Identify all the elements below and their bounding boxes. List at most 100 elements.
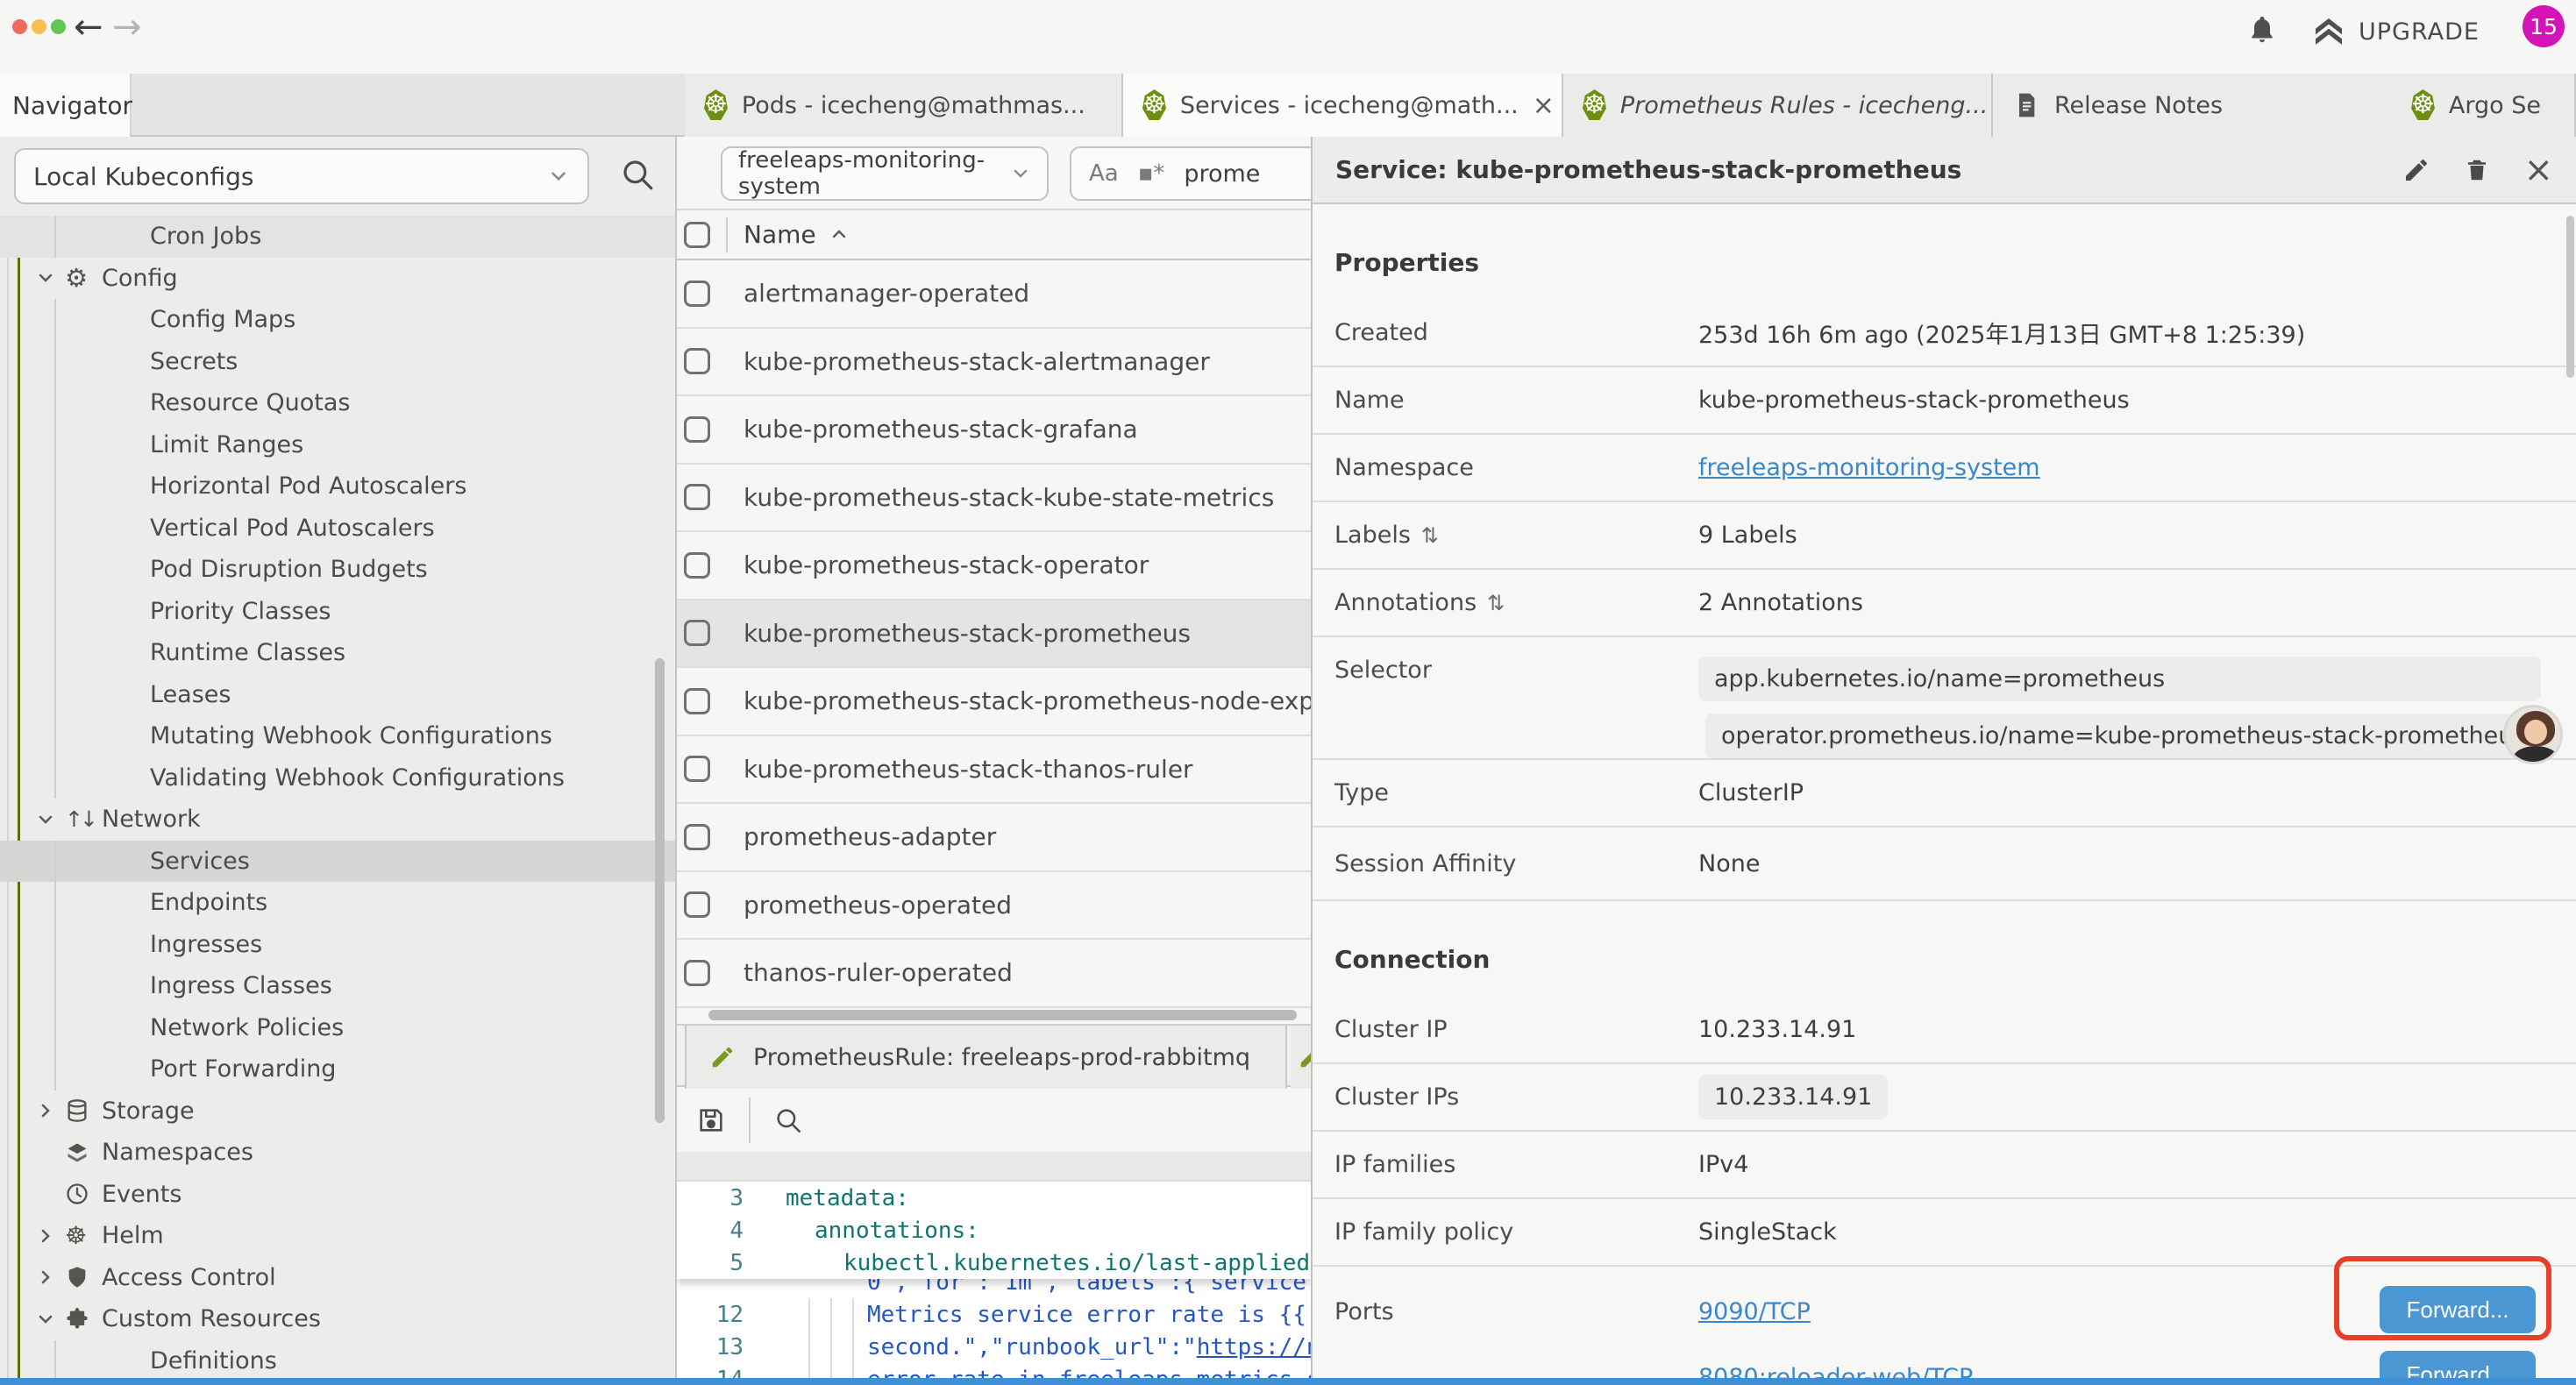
- sidebar-item[interactable]: Storage: [0, 1090, 675, 1133]
- search-icon[interactable]: [619, 156, 656, 193]
- sidebar-item[interactable]: Config Maps: [0, 299, 675, 341]
- sidebar-item[interactable]: ↑↓ Network: [0, 799, 675, 841]
- close-window-button[interactable]: [12, 19, 27, 34]
- sidebar-item[interactable]: Port Forwarding: [0, 1048, 675, 1090]
- trash-icon[interactable]: [2464, 155, 2490, 185]
- kubeconfig-select[interactable]: Local Kubeconfigs: [14, 148, 589, 204]
- forward-arrow-icon[interactable]: →: [112, 7, 142, 47]
- table-row[interactable]: kube-prometheus-stack-alertmanager: [677, 329, 1311, 397]
- notification-count-badge[interactable]: 15: [2523, 5, 2565, 47]
- row-checkbox[interactable]: [684, 416, 710, 443]
- document-tab[interactable]: Release Notes: [1993, 74, 2392, 137]
- editor-line[interactable]: 12 Metrics service error rate is {{ $va: [677, 1298, 1311, 1331]
- sidebar-item[interactable]: ☸ Helm: [0, 1215, 675, 1257]
- match-case-toggle[interactable]: Aa: [1089, 160, 1119, 187]
- row-checkbox[interactable]: [684, 552, 710, 579]
- row-checkbox[interactable]: [684, 348, 710, 374]
- editor-tab-partial[interactable]: [1291, 1026, 1311, 1089]
- sidebar-item[interactable]: Ingress Classes: [0, 965, 675, 1007]
- bell-icon[interactable]: [2246, 12, 2278, 47]
- editor-line[interactable]: 5 kubectl.kubernetes.io/last-applied-con: [677, 1246, 1311, 1279]
- sidebar-item[interactable]: Cron Jobs: [0, 216, 675, 258]
- chevron-right-icon[interactable]: [35, 1225, 65, 1246]
- sidebar-item[interactable]: ⚙ Config: [0, 258, 675, 300]
- editor-line[interactable]: 4 annotations:: [677, 1214, 1311, 1246]
- row-checkbox[interactable]: [684, 620, 710, 646]
- sidebar-item[interactable]: Definitions: [0, 1340, 675, 1379]
- port-link-8080[interactable]: 8080:reloader-web/TCP: [1698, 1364, 1973, 1378]
- sidebar-item[interactable]: Priority Classes: [0, 591, 675, 633]
- detail-scrollbar[interactable]: [2566, 216, 2574, 378]
- namespace-link[interactable]: freeleaps-monitoring-system: [1698, 454, 2040, 481]
- name-column-header[interactable]: Name: [744, 220, 816, 249]
- sidebar-item[interactable]: Namespaces: [0, 1132, 675, 1174]
- horizontal-scrollbar[interactable]: [708, 1010, 1297, 1020]
- port-link-9090[interactable]: 9090/TCP: [1698, 1298, 1973, 1325]
- table-row[interactable]: kube-prometheus-stack-prometheus: [677, 600, 1311, 669]
- table-row[interactable]: alertmanager-operated: [677, 260, 1311, 329]
- row-checkbox[interactable]: [684, 891, 710, 918]
- document-tab[interactable]: ☸ Pods - icecheng@mathmas...: [685, 74, 1123, 137]
- sidebar-item[interactable]: Endpoints: [0, 882, 675, 924]
- table-row[interactable]: kube-prometheus-stack-kube-state-metrics: [677, 465, 1311, 533]
- sidebar-item[interactable]: Events: [0, 1174, 675, 1216]
- edit-pencil-icon[interactable]: [2402, 156, 2430, 184]
- back-arrow-icon[interactable]: ←: [74, 7, 103, 47]
- search-icon[interactable]: [773, 1105, 803, 1135]
- editor-line[interactable]: 13 second.","runbook_url":"https://net: [677, 1331, 1311, 1363]
- sidebar-item[interactable]: Services: [0, 841, 675, 883]
- sidebar-item[interactable]: Pod Disruption Budgets: [0, 549, 675, 591]
- upgrade-button[interactable]: UPGRADE: [2311, 14, 2480, 49]
- sidebar-scrollbar[interactable]: [655, 658, 665, 1123]
- table-row[interactable]: prometheus-adapter: [677, 804, 1311, 872]
- zoom-window-button[interactable]: [51, 19, 66, 34]
- row-checkbox[interactable]: [684, 824, 710, 850]
- chevron-down-icon[interactable]: [35, 809, 65, 830]
- sidebar-item[interactable]: Mutating Webhook Configurations: [0, 715, 675, 757]
- table-row[interactable]: kube-prometheus-stack-operator: [677, 532, 1311, 600]
- chevron-down-icon[interactable]: [35, 267, 65, 288]
- sort-ascending-icon[interactable]: [829, 224, 850, 245]
- row-checkbox[interactable]: [684, 281, 710, 307]
- sidebar-item[interactable]: Validating Webhook Configurations: [0, 757, 675, 799]
- sidebar-item[interactable]: Access Control: [0, 1257, 675, 1299]
- select-all-checkbox[interactable]: [684, 222, 710, 248]
- sidebar-item[interactable]: Resource Quotas: [0, 382, 675, 424]
- sidebar-item[interactable]: Secrets: [0, 341, 675, 383]
- cluster-ip-chip[interactable]: 10.233.14.91: [1698, 1075, 1888, 1119]
- row-checkbox[interactable]: [684, 960, 710, 986]
- minimize-window-button[interactable]: [32, 19, 46, 34]
- navigator-tab[interactable]: Navigator: [0, 74, 132, 137]
- row-checkbox[interactable]: [684, 756, 710, 782]
- chevron-right-icon[interactable]: [35, 1267, 65, 1288]
- sidebar-item[interactable]: Limit Ranges: [0, 424, 675, 466]
- tab-close-icon[interactable]: ×: [1533, 90, 1555, 121]
- sidebar-item[interactable]: Vertical Pod Autoscalers: [0, 508, 675, 550]
- chevron-down-icon[interactable]: [35, 1309, 65, 1330]
- filter-search-input[interactable]: Aa ▪* prome: [1070, 146, 1311, 201]
- editor-line[interactable]: 3 metadata:: [677, 1182, 1311, 1214]
- table-row[interactable]: kube-prometheus-stack-grafana: [677, 396, 1311, 465]
- save-icon[interactable]: [696, 1105, 726, 1135]
- document-tab[interactable]: ☸ Argo Se: [2392, 74, 2576, 137]
- close-icon[interactable]: ×: [2523, 150, 2553, 190]
- forward-port-button[interactable]: Forward...: [2380, 1286, 2536, 1333]
- sidebar-item[interactable]: Custom Resources: [0, 1298, 675, 1340]
- expand-toggle-icon[interactable]: ⇅: [1487, 591, 1505, 615]
- expand-toggle-icon[interactable]: ⇅: [1421, 523, 1439, 548]
- regex-toggle[interactable]: ▪*: [1138, 160, 1165, 187]
- document-tab[interactable]: ☸ Services - icecheng@math... ×: [1123, 74, 1563, 137]
- avatar[interactable]: [2503, 705, 2563, 764]
- sidebar-item[interactable]: Ingresses: [0, 924, 675, 966]
- sidebar-item[interactable]: Horizontal Pod Autoscalers: [0, 465, 675, 508]
- row-checkbox[interactable]: [684, 484, 710, 510]
- editor-tab[interactable]: PrometheusRule: freeleaps-prod-rabbitmq: [685, 1026, 1287, 1089]
- table-row[interactable]: kube-prometheus-stack-thanos-ruler: [677, 736, 1311, 805]
- sidebar-item[interactable]: Leases: [0, 674, 675, 716]
- table-row[interactable]: prometheus-operated: [677, 872, 1311, 941]
- sidebar-item[interactable]: Runtime Classes: [0, 632, 675, 674]
- chevron-right-icon[interactable]: [35, 1100, 65, 1121]
- row-checkbox[interactable]: [684, 688, 710, 714]
- table-row[interactable]: kube-prometheus-stack-prometheus-node-ex…: [677, 668, 1311, 736]
- editor-line[interactable]: 14 error rate in freeleaps metrics ser: [677, 1363, 1311, 1378]
